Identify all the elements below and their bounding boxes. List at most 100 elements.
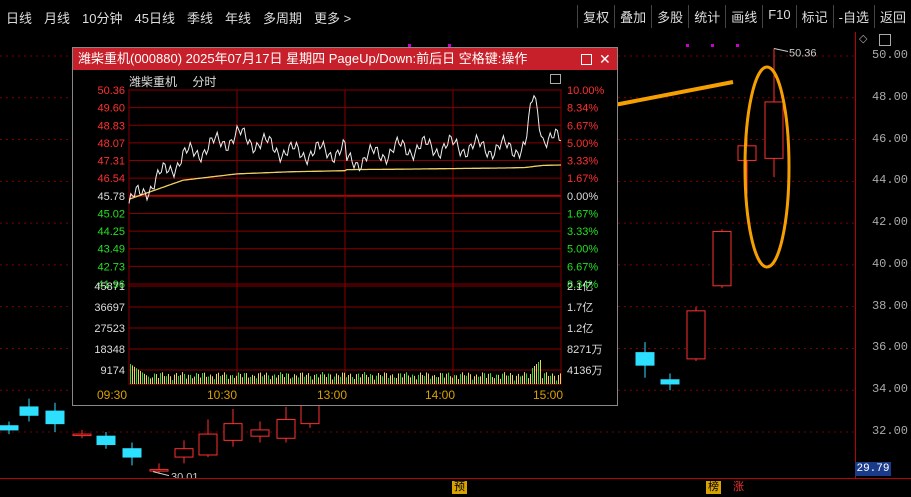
marker-forecast[interactable]: 预 <box>452 481 467 494</box>
volume-bar <box>320 374 321 384</box>
candle-body <box>122 448 142 458</box>
price-axis-label: 42.00 <box>871 215 908 230</box>
volume-bar <box>430 378 431 384</box>
volume-bar <box>154 373 155 384</box>
volume-bar <box>488 373 489 384</box>
volume-bar <box>226 374 227 384</box>
popup-titlebar[interactable]: 潍柴重机(000880) 2025年07月17日 星期四 PageUp/Down… <box>73 48 617 70</box>
percent-label: 5.00% <box>567 138 598 150</box>
volume-bar <box>408 375 409 384</box>
volume-bar <box>486 377 487 384</box>
price-label: 45.78 <box>97 191 125 203</box>
signal-dot <box>736 44 739 47</box>
volume-bar <box>150 378 151 384</box>
volume-bar <box>418 374 419 384</box>
volume-bar <box>372 375 373 384</box>
volume-bar <box>268 375 269 384</box>
volume-bar <box>528 378 529 384</box>
diamond-icon[interactable]: ◇ <box>859 32 867 45</box>
volume-bar <box>534 366 535 384</box>
volume-bar <box>208 376 209 384</box>
tab-daily[interactable]: 日线 <box>0 8 38 27</box>
volume-bar <box>236 375 237 384</box>
maximize-icon[interactable] <box>879 34 891 46</box>
overlay-button[interactable]: 叠加 <box>614 5 651 28</box>
marker-limit-up[interactable]: 涨 <box>731 481 746 494</box>
volume-bar <box>362 374 363 384</box>
volume-bar <box>240 373 241 384</box>
volume-bar <box>414 375 415 384</box>
tab-10min[interactable]: 10分钟 <box>76 8 128 27</box>
back-button[interactable]: 返回 <box>873 5 911 28</box>
volume-bar <box>548 375 549 384</box>
volume-bar <box>510 373 511 384</box>
volume-bar <box>340 376 341 384</box>
volume-bar <box>450 376 451 384</box>
volume-bar <box>468 372 469 384</box>
volume-bar <box>272 375 273 384</box>
tab-multi-period[interactable]: 多周期 <box>257 8 308 27</box>
percent-label: 6.67% <box>567 120 598 132</box>
volume-label: 45871 <box>94 281 125 293</box>
intraday-chart[interactable]: 50.36 10.00% 49.60 8.34% 48.83 6.67% 48.07 5.00… <box>73 86 617 386</box>
volume-bar <box>514 380 515 384</box>
volume-bar <box>480 376 481 384</box>
tab-yearly[interactable]: 年线 <box>219 8 257 27</box>
volume-bar <box>248 377 249 384</box>
mark-button[interactable]: 标记 <box>795 5 833 28</box>
draw-line-button[interactable]: 画线 <box>725 5 762 28</box>
volume-bar <box>218 372 219 384</box>
volume-bar <box>186 378 187 384</box>
candle-body <box>0 425 19 431</box>
panel-toggle-icon[interactable] <box>550 74 561 84</box>
volume-bar <box>216 373 217 384</box>
volume-bar <box>358 373 359 384</box>
f10-button[interactable]: F10 <box>762 5 795 28</box>
tab-quarterly[interactable]: 季线 <box>181 8 219 27</box>
restore-rights-button[interactable]: 复权 <box>577 5 614 28</box>
volume-bar <box>512 374 513 384</box>
intraday-popup[interactable]: 潍柴重机(000880) 2025年07月17日 星期四 PageUp/Down… <box>72 47 618 406</box>
volume-bar <box>400 373 401 384</box>
volume-bar <box>244 373 245 384</box>
volume-bar <box>464 375 465 384</box>
volume-bar <box>390 375 391 384</box>
restore-icon[interactable] <box>581 54 592 65</box>
tab-45day[interactable]: 45日线 <box>129 8 181 27</box>
price-axis-label: 50.00 <box>871 48 908 62</box>
volume-bar <box>420 372 421 384</box>
volume-bar <box>472 379 473 384</box>
marker-list[interactable]: 榜 <box>706 481 721 494</box>
volume-bar <box>398 373 399 384</box>
multi-stock-button[interactable]: 多股 <box>651 5 688 28</box>
volume-bar <box>508 375 509 384</box>
volume-bar <box>162 372 163 384</box>
highlight-ellipse <box>743 65 791 269</box>
volume-bar <box>334 376 335 384</box>
volume-bar <box>364 372 365 384</box>
volume-bar <box>264 374 265 384</box>
volume-bar <box>290 378 291 384</box>
volume-bar <box>530 373 531 384</box>
candle-body <box>635 352 655 366</box>
volume-bar <box>266 372 267 384</box>
volume-bar <box>366 374 367 384</box>
remove-watchlist-button[interactable]: -自选 <box>832 5 874 28</box>
volume-label: 36697 <box>94 302 125 314</box>
volume-label: 9174 <box>101 365 125 377</box>
volume-bar <box>140 371 141 384</box>
tab-more[interactable]: 更多 > <box>308 8 357 27</box>
time-axis: 09:30 10:30 13:00 14:00 15:00 <box>73 387 617 403</box>
volume-bar <box>156 374 157 384</box>
volume-bar <box>540 360 541 384</box>
close-icon[interactable]: ✕ <box>599 48 611 70</box>
volume-bar <box>238 372 239 384</box>
candle-body <box>250 429 270 437</box>
tab-monthly[interactable]: 月线 <box>38 8 76 27</box>
volume-bar <box>132 365 133 384</box>
statistics-button[interactable]: 统计 <box>688 5 725 28</box>
volume-bar <box>284 377 285 384</box>
volume-bar <box>396 377 397 384</box>
volume-label: 18348 <box>94 344 125 356</box>
volume-bar <box>286 373 287 384</box>
